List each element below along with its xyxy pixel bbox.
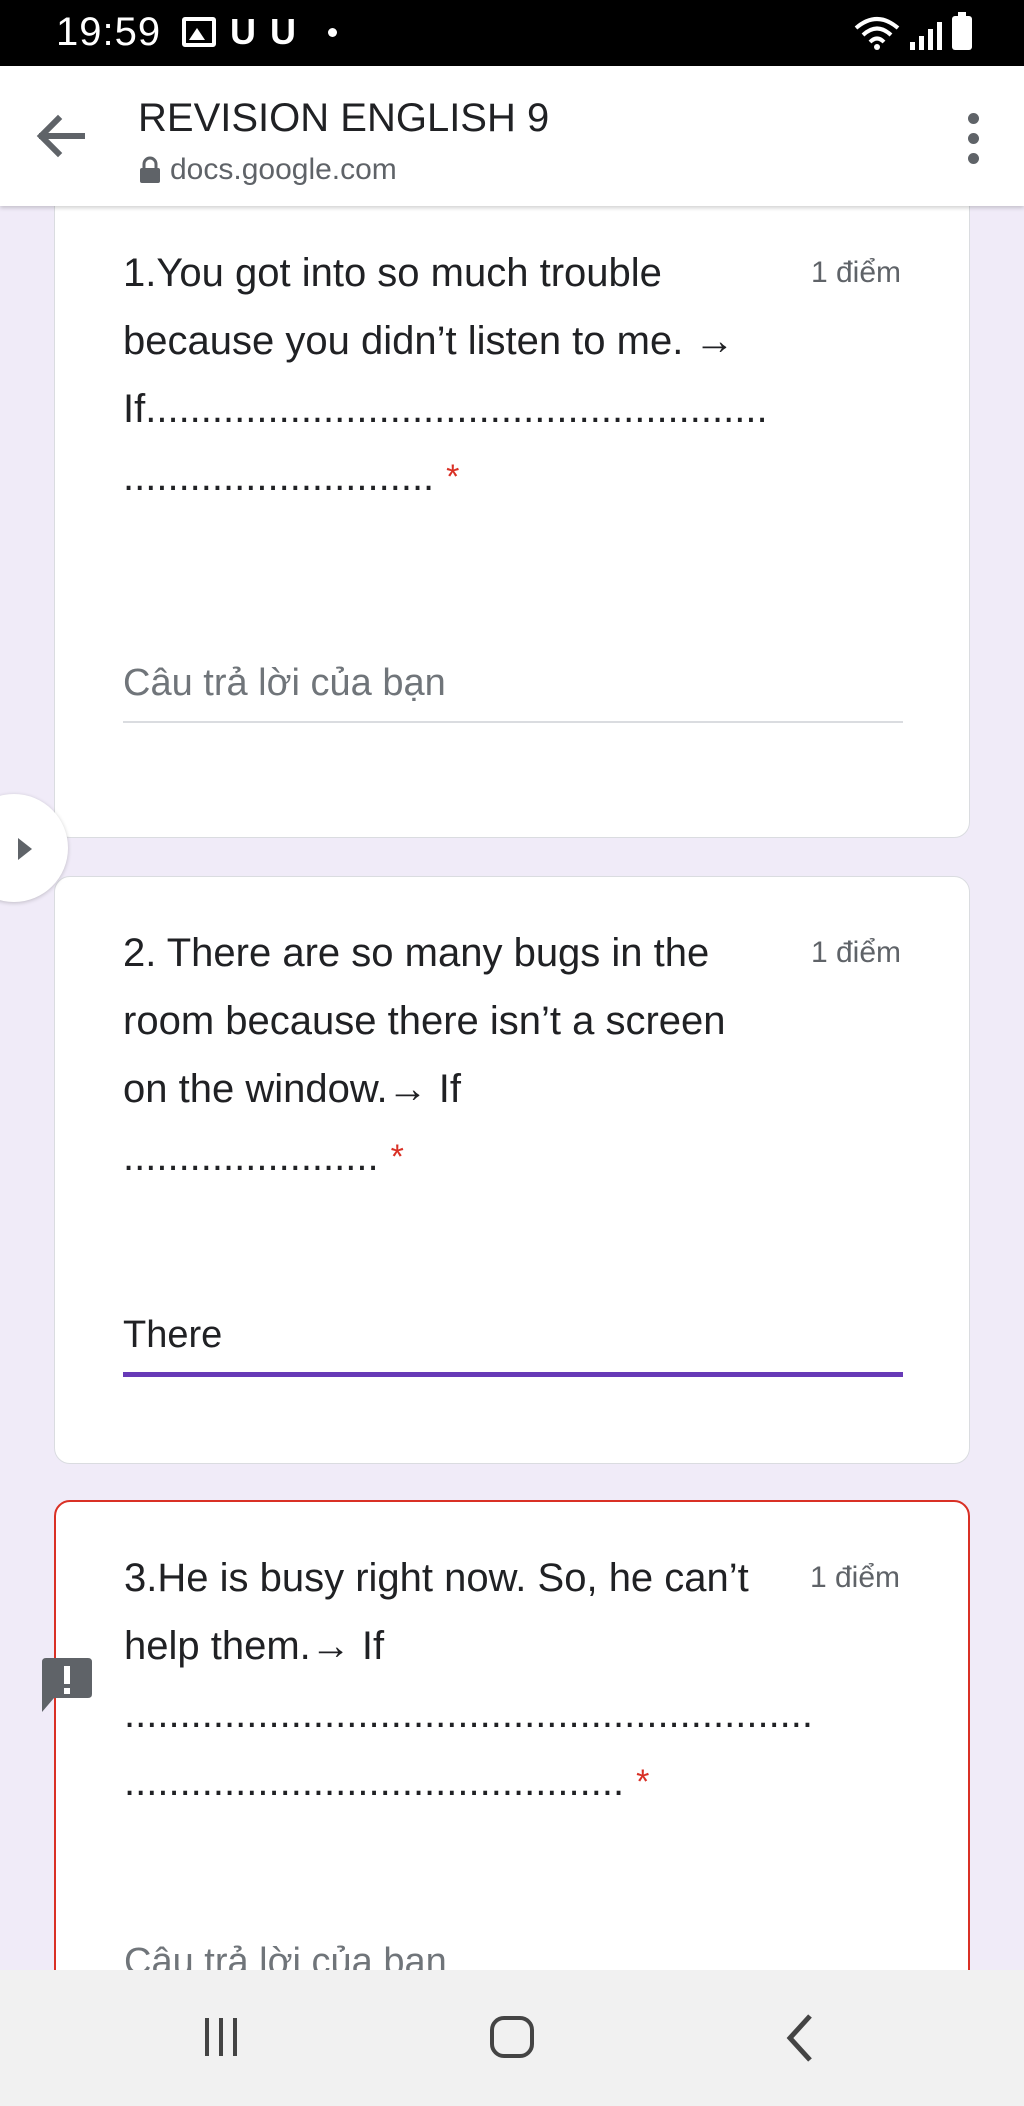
answer-underline-focused: [123, 1372, 903, 1377]
page-title: REVISION ENGLISH 9: [138, 96, 550, 140]
question-text: 3.He is busy right now. So, he can’t hel…: [124, 1556, 814, 1804]
u-notification-icon: U: [230, 11, 256, 52]
system-nav-bar: [0, 1970, 1024, 2106]
browser-app-bar: REVISION ENGLISH 9 docs.google.com: [0, 66, 1024, 206]
required-asterisk: *: [446, 458, 460, 496]
question-card: 1.You got into so much trouble because y…: [54, 206, 970, 838]
question-text: 1.You got into so much trouble because y…: [123, 251, 768, 499]
answer-input[interactable]: [123, 643, 903, 713]
status-right-icons: [854, 12, 972, 50]
status-time: 19:59: [56, 10, 162, 54]
answer-field[interactable]: [123, 643, 903, 723]
question-card: 2. There are so many bugs in the room be…: [54, 876, 970, 1464]
question-text: 2. There are so many bugs in the room be…: [123, 931, 726, 1179]
signal-icon: [910, 20, 942, 50]
question-points: 1 điểm: [809, 1561, 900, 1594]
battery-icon: [952, 12, 972, 50]
status-bar: 19:59 U U: [0, 0, 1024, 66]
back-arrow-icon[interactable]: [30, 106, 90, 166]
lock-icon: [140, 156, 160, 183]
nav-back-icon[interactable]: [780, 2010, 820, 2066]
home-icon[interactable]: [490, 2016, 534, 2058]
answer-underline: [123, 721, 903, 723]
question-points: 1 điểm: [810, 256, 901, 289]
answer-input[interactable]: [124, 1922, 904, 1970]
url-bar[interactable]: docs.google.com: [138, 152, 397, 188]
answer-field[interactable]: [123, 1295, 903, 1377]
form-content[interactable]: 1.You got into so much trouble because y…: [0, 206, 1024, 1970]
url-text: docs.google.com: [170, 153, 397, 186]
recent-apps-icon[interactable]: [205, 2018, 237, 2056]
answer-input[interactable]: [123, 1295, 903, 1365]
question-card-error: 3.He is busy right now. So, he can’t hel…: [54, 1500, 970, 1970]
answer-field[interactable]: [124, 1922, 904, 1970]
gallery-icon: [182, 17, 216, 47]
required-asterisk: *: [636, 1763, 650, 1801]
wifi-icon: [854, 17, 900, 50]
required-asterisk: *: [390, 1138, 404, 1176]
overflow-menu-icon[interactable]: [958, 108, 988, 168]
report-feedback-icon[interactable]: [38, 1656, 96, 1714]
status-left-icons: U U: [182, 14, 337, 50]
question-points: 1 điểm: [810, 936, 901, 969]
u-notification-icon: U: [270, 11, 296, 52]
more-notifications-dot: [328, 27, 337, 37]
